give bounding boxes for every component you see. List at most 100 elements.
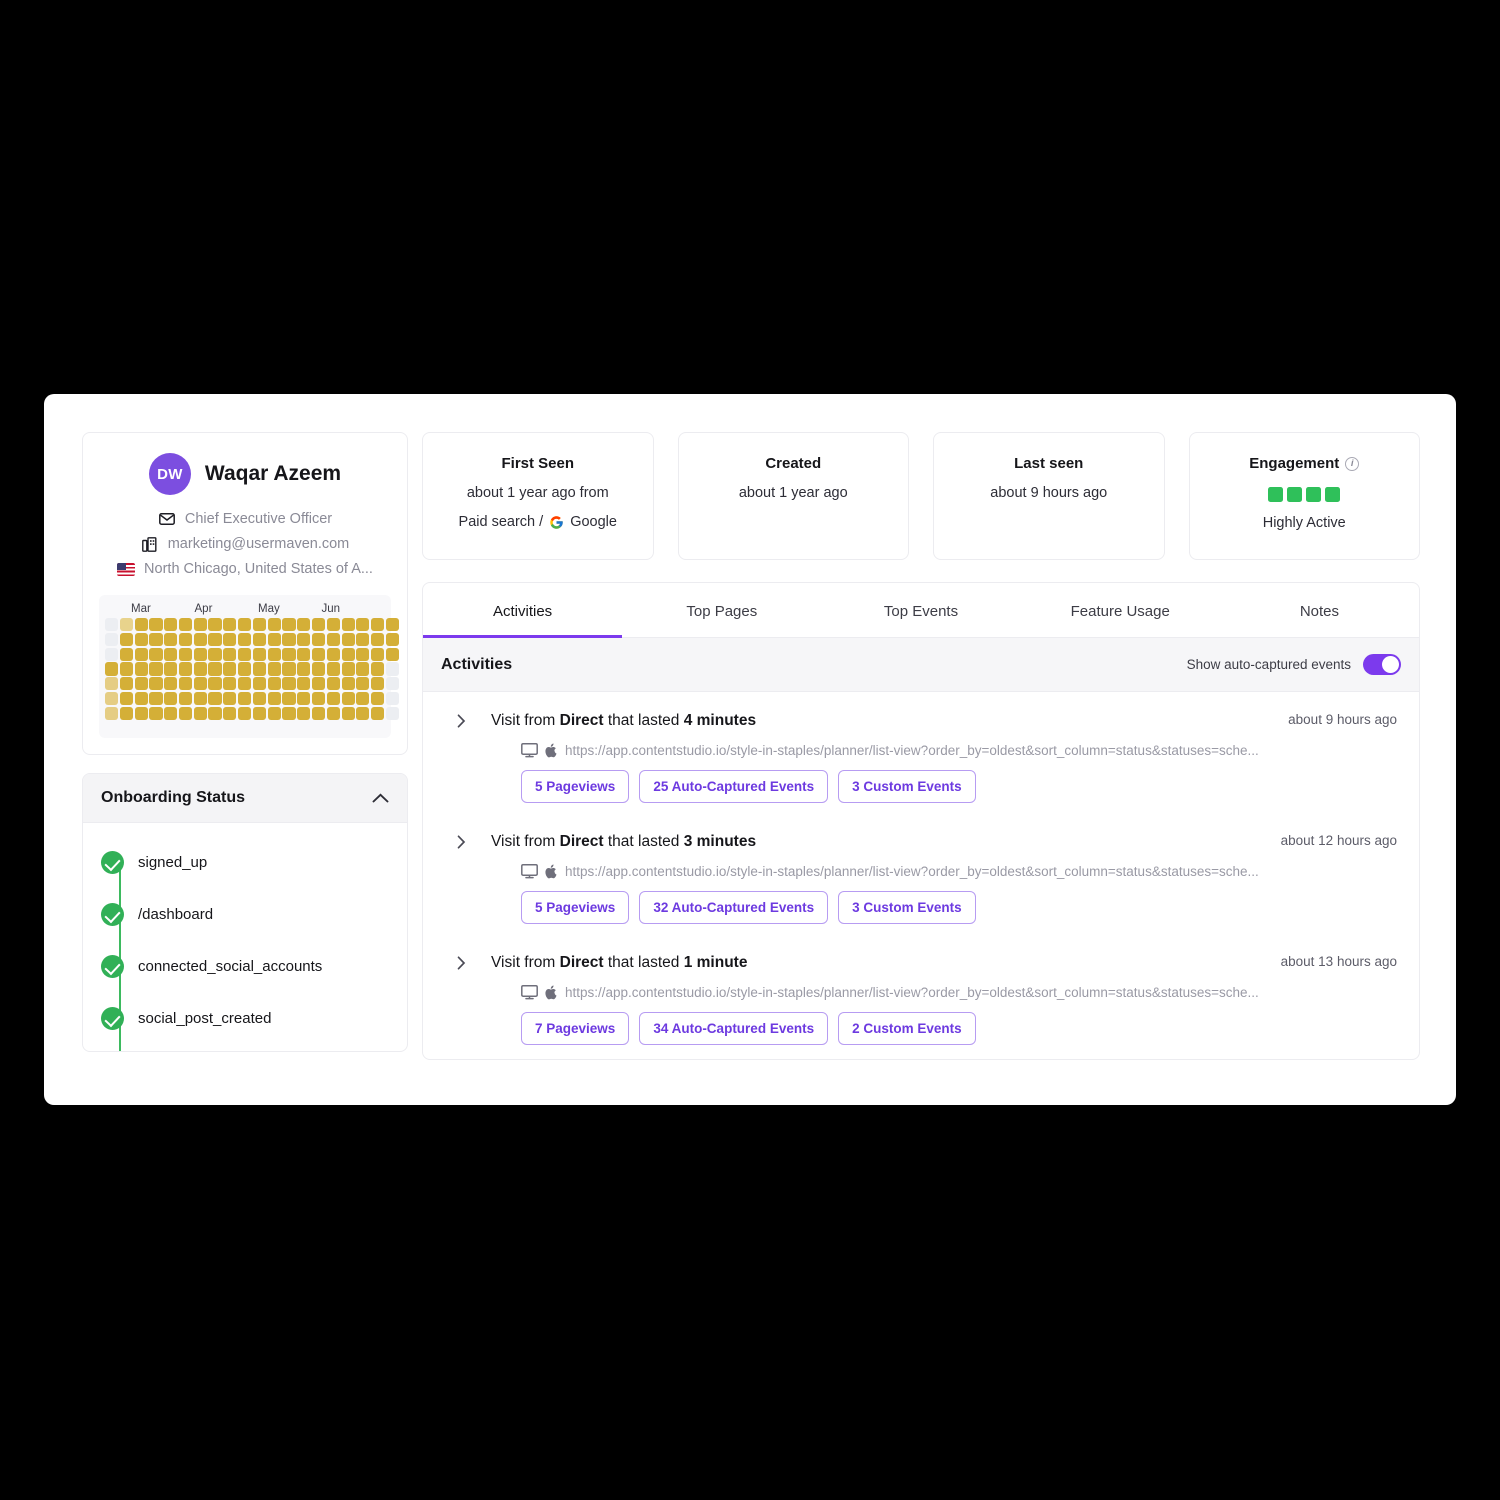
activity-prefix: Visit from <box>491 712 556 729</box>
heatmap-cell <box>371 677 385 691</box>
onboarding-step-label: social_post_created <box>138 1010 272 1028</box>
heatmap-cell <box>119 632 133 646</box>
heatmap-cell <box>208 662 222 676</box>
metric-card: Engagement i Highly Active <box>1188 432 1420 560</box>
activity-duration: 1 minute <box>683 954 748 971</box>
heatmap-cell <box>178 706 193 720</box>
heatmap-cell <box>105 647 119 661</box>
activity-chip[interactable]: 25 Auto-Captured Events <box>639 770 829 803</box>
engagement-bars <box>1268 487 1341 502</box>
heatmap-cell <box>385 618 400 632</box>
activity-chip[interactable]: 2 Custom Events <box>838 1012 976 1045</box>
heatmap-cell <box>311 691 326 706</box>
avatar: DW <box>148 453 191 495</box>
profile-email: marketing@usermaven.com <box>167 536 350 552</box>
activity-url[interactable]: https://app.contentstudio.io/style-in-st… <box>565 864 1259 879</box>
heatmap-cell <box>297 647 311 661</box>
activity-duration: 3 minutes <box>683 833 757 850</box>
heatmap-cell <box>297 632 311 646</box>
apple-icon <box>545 985 558 1000</box>
heatmap-cell <box>282 662 296 676</box>
heatmap-cell <box>371 618 385 632</box>
heatmap-cell <box>238 691 252 706</box>
heatmap-cell <box>341 677 355 691</box>
heatmap-cell <box>134 647 148 661</box>
heatmap-cell <box>341 632 355 646</box>
activity-url[interactable]: https://app.contentstudio.io/style-in-st… <box>565 743 1259 758</box>
heatmap-cell <box>149 706 163 720</box>
activity-summary-row: Visit from Direct that lasted 1 minute ab… <box>459 954 1397 972</box>
heatmap-cell <box>282 618 296 632</box>
heatmap-cell <box>193 618 207 632</box>
google-icon <box>550 515 563 529</box>
heatmap-cell <box>223 691 237 706</box>
heatmap-cell <box>238 632 252 646</box>
auto-captured-toggle-group[interactable]: Show auto-captured events <box>1187 654 1401 675</box>
heatmap-cell <box>105 677 119 691</box>
heatmap-cell <box>193 647 207 661</box>
heatmap-cell <box>326 691 340 706</box>
heatmap-cell <box>385 691 400 706</box>
activity-item: Visit from Direct that lasted 3 minutes a… <box>423 817 1419 938</box>
onboarding-header[interactable]: Onboarding Status <box>83 773 407 823</box>
heatmap-cell <box>223 632 237 646</box>
profile-header: DW Waqar Azeem <box>99 453 391 495</box>
heatmap-cell <box>208 647 222 661</box>
heatmap-cell <box>385 647 400 661</box>
heatmap-cell <box>341 691 355 706</box>
heatmap-cell <box>164 618 178 632</box>
onboarding-step-list: signed_up/dashboard connected_social_acco… <box>83 823 407 1051</box>
activity-chip[interactable]: 34 Auto-Captured Events <box>639 1012 829 1045</box>
heatmap-cell <box>356 647 370 661</box>
heatmap-cell <box>356 618 370 632</box>
chevron-right-icon[interactable] <box>457 956 466 970</box>
heatmap-grid <box>103 618 400 720</box>
heatmap-cell <box>267 706 281 720</box>
metric-source-prefix: Paid search / <box>458 514 544 530</box>
tab-top-pages[interactable]: Top Pages <box>622 583 821 637</box>
activity-source: Direct <box>559 954 604 971</box>
heatmap-cell <box>267 632 281 646</box>
chevron-up-icon[interactable] <box>372 793 389 803</box>
heatmap-cell <box>385 706 400 720</box>
heatmap-cell <box>326 618 340 632</box>
profile-location-row: North Chicago, United States of A... <box>99 561 391 577</box>
metric-card: First Seen about 1 year ago from Paid sear… <box>422 432 654 560</box>
tab-activities[interactable]: Activities <box>423 583 623 638</box>
heatmap-cell <box>311 706 326 720</box>
heatmap-cell <box>297 618 311 632</box>
activity-source: Direct <box>559 833 604 850</box>
activity-url[interactable]: https://app.contentstudio.io/style-in-st… <box>565 985 1259 1000</box>
heatmap-cell <box>356 677 370 691</box>
activity-chip[interactable]: 7 Pageviews <box>521 1012 630 1045</box>
heatmap-cell <box>326 706 340 720</box>
activity-chip[interactable]: 3 Custom Events <box>838 891 976 924</box>
heatmap-cell <box>326 662 340 676</box>
activity-chip[interactable]: 32 Auto-Captured Events <box>639 891 829 924</box>
onboarding-status-card: Onboarding Status signed_up/dashboard con… <box>82 772 408 1052</box>
activity-chip[interactable]: 3 Custom Events <box>838 770 976 803</box>
tab-feature-usage[interactable]: Feature Usage <box>1021 583 1220 637</box>
show-auto-captured-events-toggle[interactable] <box>1363 654 1401 675</box>
chevron-right-icon[interactable] <box>457 835 466 849</box>
activity-chip[interactable]: 5 Pageviews <box>521 770 630 803</box>
heatmap-cell <box>371 647 385 661</box>
metric-card: Last seen about 9 hours ago <box>933 432 1165 560</box>
activity-chip[interactable]: 5 Pageviews <box>521 891 630 924</box>
heatmap-month-label: May <box>258 603 280 615</box>
heatmap-cell <box>371 691 385 706</box>
tab-notes[interactable]: Notes <box>1220 583 1419 637</box>
heatmap-cell <box>149 662 163 676</box>
tab-top-events[interactable]: Top Events <box>821 583 1020 637</box>
heatmap-cell <box>267 618 281 632</box>
heatmap-cell <box>134 706 148 720</box>
heatmap-cell <box>178 618 193 632</box>
us-flag-icon <box>117 562 136 576</box>
chevron-right-icon[interactable] <box>457 714 466 728</box>
heatmap-cell <box>134 691 148 706</box>
metric-title: Engagement i <box>1249 455 1360 472</box>
info-icon[interactable]: i <box>1345 456 1360 471</box>
metric-value: about 1 year ago <box>738 485 848 501</box>
heatmap-cell <box>341 647 355 661</box>
desktop-icon <box>521 743 538 758</box>
